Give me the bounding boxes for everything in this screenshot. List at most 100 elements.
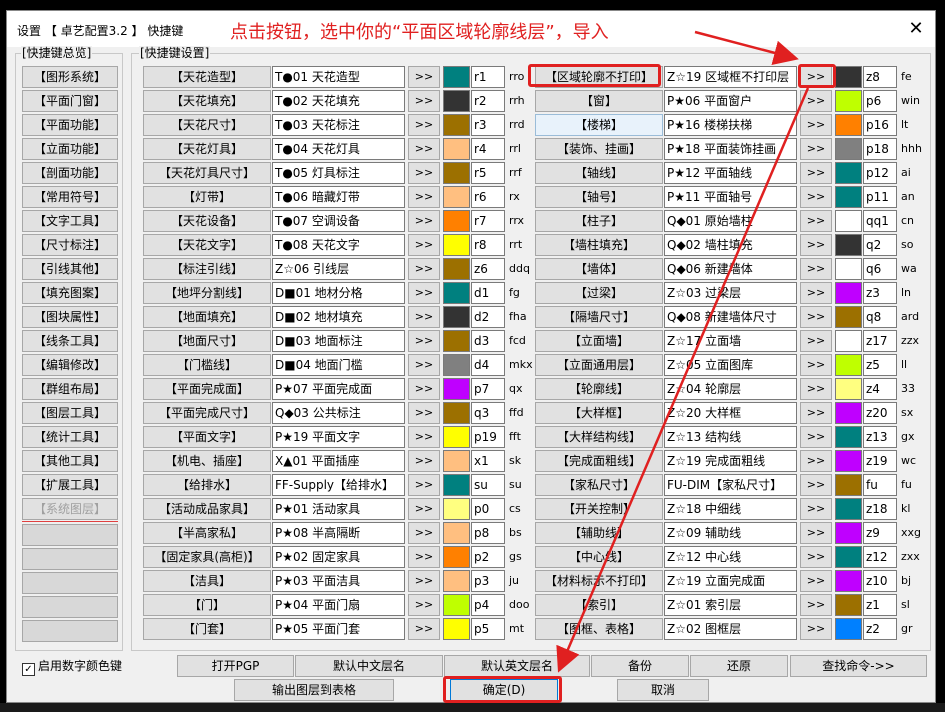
color-code-field[interactable]: z19 xyxy=(863,450,897,472)
layer-name-button[interactable]: 【轮廓线】 xyxy=(535,378,663,400)
select-layer-button[interactable]: >> xyxy=(800,354,832,376)
layer-name-button[interactable]: 【图框、表格】 xyxy=(535,618,663,640)
color-code-field[interactable]: d4 xyxy=(471,354,505,376)
layer-name-button[interactable]: 【窗】 xyxy=(535,90,663,112)
layer-name-button[interactable]: 【天花尺寸】 xyxy=(143,114,271,136)
color-swatch[interactable] xyxy=(443,450,470,472)
layer-field[interactable]: Q◆03 公共标注 xyxy=(272,402,405,424)
color-swatch[interactable] xyxy=(835,378,862,400)
layer-name-button[interactable]: 【完成面粗线】 xyxy=(535,450,663,472)
select-layer-button[interactable]: >> xyxy=(800,402,832,424)
select-layer-button[interactable]: >> xyxy=(408,138,440,160)
select-layer-button[interactable]: >> xyxy=(800,234,832,256)
select-layer-button[interactable]: >> xyxy=(408,402,440,424)
color-swatch[interactable] xyxy=(443,210,470,232)
layer-name-button[interactable]: 【半高家私】 xyxy=(143,522,271,544)
layer-name-button[interactable]: 【平面完成尺寸】 xyxy=(143,402,271,424)
select-layer-button[interactable]: >> xyxy=(800,426,832,448)
color-code-field[interactable]: p5 xyxy=(471,618,505,640)
layer-name-button[interactable]: 【固定家具(高柜)】 xyxy=(143,546,271,568)
layer-name-button[interactable]: 【天花灯具】 xyxy=(143,138,271,160)
color-swatch[interactable] xyxy=(835,234,862,256)
layer-field[interactable]: Z☆19 立面完成面 xyxy=(664,570,797,592)
color-swatch[interactable] xyxy=(443,330,470,352)
color-code-field[interactable]: p18 xyxy=(863,138,897,160)
color-swatch[interactable] xyxy=(443,546,470,568)
color-swatch[interactable] xyxy=(835,258,862,280)
color-code-field[interactable]: p12 xyxy=(863,162,897,184)
color-code-field[interactable]: p19 xyxy=(471,426,505,448)
layer-field[interactable]: P★16 楼梯扶梯 xyxy=(664,114,797,136)
select-layer-button[interactable]: >> xyxy=(408,546,440,568)
select-layer-button[interactable]: >> xyxy=(408,162,440,184)
color-code-field[interactable]: z5 xyxy=(863,354,897,376)
color-code-field[interactable]: p0 xyxy=(471,498,505,520)
category-button[interactable]: 【图形系统】 xyxy=(22,66,118,88)
layer-field[interactable]: P★05 平面门套 xyxy=(272,618,405,640)
layer-name-button[interactable]: 【地面尺寸】 xyxy=(143,330,271,352)
color-code-field[interactable]: q2 xyxy=(863,234,897,256)
color-swatch[interactable] xyxy=(443,426,470,448)
color-swatch[interactable] xyxy=(443,90,470,112)
category-button[interactable]: 【引线其他】 xyxy=(22,258,118,280)
layer-field[interactable]: T●03 天花标注 xyxy=(272,114,405,136)
layer-field[interactable]: X▲01 平面插座 xyxy=(272,450,405,472)
layer-field[interactable]: D■04 地面门槛 xyxy=(272,354,405,376)
color-swatch[interactable] xyxy=(443,474,470,496)
color-code-field[interactable]: z17 xyxy=(863,330,897,352)
layer-field[interactable]: Z☆02 图框层 xyxy=(664,618,797,640)
select-layer-button[interactable]: >> xyxy=(408,450,440,472)
layer-field[interactable]: P★19 平面文字 xyxy=(272,426,405,448)
layer-field[interactable]: Q◆02 墙柱填充 xyxy=(664,234,797,256)
layer-name-button[interactable]: 【立面通用层】 xyxy=(535,354,663,376)
select-layer-button[interactable]: >> xyxy=(408,570,440,592)
color-code-field[interactable]: p11 xyxy=(863,186,897,208)
select-layer-button[interactable]: >> xyxy=(800,210,832,232)
color-code-field[interactable]: r3 xyxy=(471,114,505,136)
layer-name-button[interactable]: 【平面完成面】 xyxy=(143,378,271,400)
select-layer-button[interactable]: >> xyxy=(800,90,832,112)
color-swatch[interactable] xyxy=(835,186,862,208)
layer-field[interactable]: P★11 平面轴号 xyxy=(664,186,797,208)
select-layer-button[interactable]: >> xyxy=(408,522,440,544)
layer-field[interactable]: Z☆19 完成面粗线 xyxy=(664,450,797,472)
layer-field[interactable]: Z☆05 立面图库 xyxy=(664,354,797,376)
layer-name-button[interactable]: 【家私尺寸】 xyxy=(535,474,663,496)
layer-field[interactable]: Z☆20 大样框 xyxy=(664,402,797,424)
color-swatch[interactable] xyxy=(835,426,862,448)
layer-field[interactable]: D■02 地材填充 xyxy=(272,306,405,328)
layer-field[interactable]: P★12 平面轴线 xyxy=(664,162,797,184)
category-button[interactable]: 【图块属性】 xyxy=(22,306,118,328)
color-code-field[interactable]: r6 xyxy=(471,186,505,208)
color-code-field[interactable]: p6 xyxy=(863,90,897,112)
color-code-field[interactable]: z9 xyxy=(863,522,897,544)
select-layer-button[interactable]: >> xyxy=(800,474,832,496)
color-swatch[interactable] xyxy=(835,522,862,544)
color-code-field[interactable]: r7 xyxy=(471,210,505,232)
color-code-field[interactable]: r8 xyxy=(471,234,505,256)
layer-name-button[interactable]: 【机电、插座】 xyxy=(143,450,271,472)
layer-field[interactable]: Z☆04 轮廓层 xyxy=(664,378,797,400)
color-swatch[interactable] xyxy=(835,594,862,616)
layer-name-button[interactable]: 【装饰、挂画】 xyxy=(535,138,663,160)
color-code-field[interactable]: d3 xyxy=(471,330,505,352)
select-layer-button[interactable]: >> xyxy=(408,234,440,256)
select-layer-button[interactable]: >> xyxy=(408,282,440,304)
layer-name-button[interactable]: 【天花灯具尺寸】 xyxy=(143,162,271,184)
category-button[interactable]: 【线条工具】 xyxy=(22,330,118,352)
layer-field[interactable]: T●01 天花造型 xyxy=(272,66,405,88)
layer-name-button[interactable]: 【墙柱填充】 xyxy=(535,234,663,256)
color-swatch[interactable] xyxy=(835,66,862,88)
layer-field[interactable]: Z☆12 中心线 xyxy=(664,546,797,568)
category-button[interactable]: 【常用符号】 xyxy=(22,186,118,208)
select-layer-button[interactable]: >> xyxy=(800,330,832,352)
select-layer-button[interactable]: >> xyxy=(408,354,440,376)
color-code-field[interactable]: fu xyxy=(863,474,897,496)
select-layer-button[interactable]: >> xyxy=(408,618,440,640)
select-layer-button[interactable]: >> xyxy=(800,162,832,184)
layer-field[interactable]: T●02 天花填充 xyxy=(272,90,405,112)
layer-name-button[interactable]: 【轴线】 xyxy=(535,162,663,184)
category-button[interactable]: 【其他工具】 xyxy=(22,450,118,472)
color-swatch[interactable] xyxy=(835,162,862,184)
category-button[interactable]: 【系统图层】 xyxy=(22,498,118,520)
